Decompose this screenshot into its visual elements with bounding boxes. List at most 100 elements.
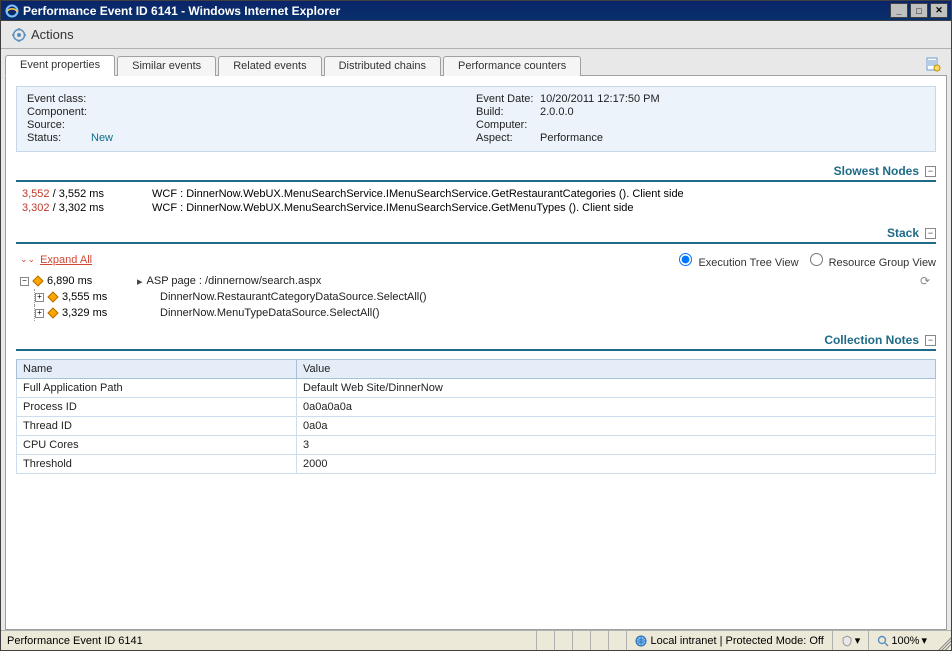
status-cell	[554, 631, 572, 650]
stack-title: Stack	[887, 226, 919, 240]
table-row: Full Application PathDefault Web Site/Di…	[17, 379, 936, 398]
statusbar: Performance Event ID 6141 Local intranet…	[1, 630, 951, 650]
tab-event-properties[interactable]: Event properties	[5, 55, 115, 76]
resize-grip[interactable]	[935, 634, 951, 650]
tree-time: 3,329 ms	[62, 307, 126, 319]
tree-toggle[interactable]: +	[35, 309, 44, 318]
table-header-value: Value	[297, 360, 936, 379]
note-value: Default Web Site/DinnerNow	[297, 379, 936, 398]
tree-row: − 6,890 ms ▸ ASP page : /dinnernow/searc…	[20, 273, 936, 289]
note-value: 3	[297, 436, 936, 455]
note-name: Full Application Path	[17, 379, 297, 398]
globe-icon	[635, 635, 647, 647]
page-body: Event class: Component: Source: Status:N…	[5, 75, 947, 630]
maximize-button[interactable]: □	[910, 3, 928, 18]
stack-header: Stack −	[16, 226, 936, 244]
protected-mode-button[interactable]: ▾	[832, 631, 869, 650]
status-cell	[608, 631, 626, 650]
refresh-icon[interactable]: ⟳	[920, 274, 930, 288]
zoom-dropdown[interactable]: 100% ▾	[868, 631, 935, 650]
status-label: Status:	[27, 132, 91, 144]
tree-toggle[interactable]: −	[20, 277, 29, 286]
note-name: Threshold	[17, 455, 297, 474]
slowest-nodes-title: Slowest Nodes	[834, 164, 919, 178]
slowest-hot: 3,302	[22, 202, 50, 214]
gear-icon	[11, 27, 27, 43]
slowest-desc: WCF : DinnerNow.WebUX.MenuSearchService.…	[152, 188, 936, 200]
stack-collapse-button[interactable]: −	[925, 228, 936, 239]
tab-performance-counters[interactable]: Performance counters	[443, 56, 581, 76]
slowest-nodes-list: 3,552 / 3,552 ms WCF : DinnerNow.WebUX.M…	[22, 188, 936, 214]
security-zone[interactable]: Local intranet | Protected Mode: Off	[626, 631, 832, 650]
aspect-label: Aspect:	[476, 132, 540, 144]
exec-tree-radio[interactable]: Execution Tree View	[674, 250, 798, 269]
event-class-label: Event class:	[27, 93, 91, 105]
event-info-panel: Event class: Component: Source: Status:N…	[16, 86, 936, 152]
event-date-value: 10/20/2011 12:17:50 PM	[540, 93, 660, 105]
note-value: 0a0a0a0a	[297, 398, 936, 417]
tree-toggle[interactable]: +	[35, 293, 44, 302]
resource-group-radio[interactable]: Resource Group View	[805, 250, 936, 269]
slowest-nodes-header: Slowest Nodes −	[16, 164, 936, 182]
tree-row: + 3,555 ms DinnerNow.RestaurantCategoryD…	[20, 289, 936, 305]
chevron-down-icon: ▾	[855, 634, 861, 647]
build-value: 2.0.0.0	[540, 106, 574, 118]
component-label: Component:	[27, 106, 91, 118]
collection-notes-header: Collection Notes −	[16, 333, 936, 351]
expand-chevrons-icon: ⌄⌄	[20, 254, 35, 265]
tab-distributed-chains[interactable]: Distributed chains	[324, 56, 441, 76]
tree-time: 6,890 ms	[47, 275, 111, 287]
tree-desc: ASP page : /dinnernow/search.aspx	[147, 275, 322, 287]
collection-notes-table: Name Value Full Application PathDefault …	[16, 359, 936, 474]
status-cell	[572, 631, 590, 650]
chevron-down-icon: ▾	[921, 634, 927, 647]
slowest-hot: 3,552	[22, 188, 50, 200]
event-date-label: Event Date:	[476, 93, 540, 105]
status-cell	[536, 631, 554, 650]
slowest-row: 3,302 / 3,302 ms WCF : DinnerNow.WebUX.M…	[22, 202, 936, 214]
notes-collapse-button[interactable]: −	[925, 335, 936, 346]
note-name: Thread ID	[17, 417, 297, 436]
tree-desc: DinnerNow.MenuTypeDataSource.SelectAll()	[160, 307, 380, 319]
tabbar: Event properties Similar events Related …	[5, 53, 947, 75]
tab-similar-events[interactable]: Similar events	[117, 56, 216, 76]
table-row: Thread ID0a0a	[17, 417, 936, 436]
actions-menu[interactable]: Actions	[31, 27, 74, 42]
note-name: Process ID	[17, 398, 297, 417]
note-value: 0a0a	[297, 417, 936, 436]
status-value[interactable]: New	[91, 132, 113, 144]
table-row: Threshold2000	[17, 455, 936, 474]
window-title: Performance Event ID 6141 - Windows Inte…	[23, 4, 340, 18]
tree-row: + 3,329 ms DinnerNow.MenuTypeDataSource.…	[20, 305, 936, 321]
table-header-name: Name	[17, 360, 297, 379]
zoom-icon	[877, 635, 889, 647]
close-button[interactable]: ✕	[930, 3, 948, 18]
slowest-row: 3,552 / 3,552 ms WCF : DinnerNow.WebUX.M…	[22, 188, 936, 200]
shield-icon	[841, 635, 853, 647]
play-icon: ▸	[137, 275, 143, 288]
titlebar: Performance Event ID 6141 - Windows Inte…	[1, 1, 951, 21]
expand-all-link[interactable]: Expand All	[40, 254, 92, 266]
tab-related-events[interactable]: Related events	[218, 56, 321, 76]
collection-notes-title: Collection Notes	[824, 333, 919, 347]
diamond-icon	[48, 308, 58, 318]
aspect-value: Performance	[540, 132, 603, 144]
page-options-icon[interactable]	[925, 56, 941, 72]
note-name: CPU Cores	[17, 436, 297, 455]
note-value: 2000	[297, 455, 936, 474]
zoom-value: 100%	[891, 635, 919, 647]
status-cell	[590, 631, 608, 650]
table-row: CPU Cores3	[17, 436, 936, 455]
status-page-title: Performance Event ID 6141	[7, 635, 143, 647]
table-row: Process ID0a0a0a0a	[17, 398, 936, 417]
slowest-total: 3,302 ms	[59, 202, 104, 214]
source-label: Source:	[27, 119, 91, 131]
minimize-button[interactable]: _	[890, 3, 908, 18]
slowest-desc: WCF : DinnerNow.WebUX.MenuSearchService.…	[152, 202, 936, 214]
diamond-icon	[33, 276, 43, 286]
slowest-collapse-button[interactable]: −	[925, 166, 936, 177]
app-window: Performance Event ID 6141 - Windows Inte…	[0, 0, 952, 651]
diamond-icon	[48, 292, 58, 302]
build-label: Build:	[476, 106, 540, 118]
tree-time: 3,555 ms	[62, 291, 126, 303]
